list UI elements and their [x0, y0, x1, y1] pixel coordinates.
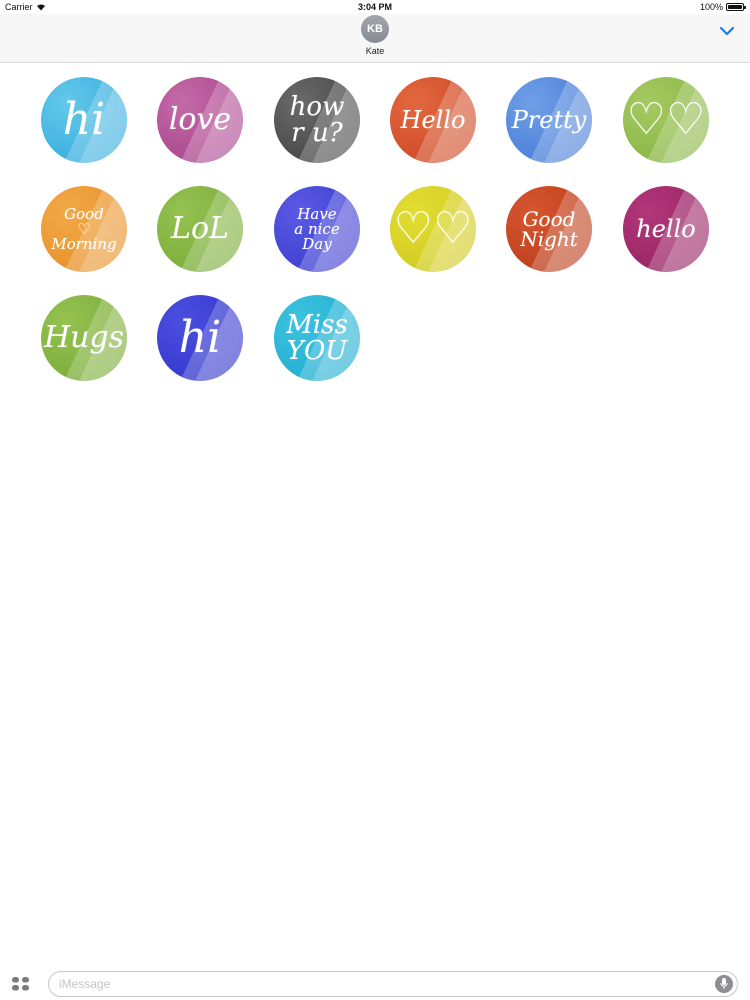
battery-level — [728, 5, 742, 9]
sticker-text: Hugs — [43, 320, 125, 355]
battery-icon — [726, 3, 746, 11]
chevron-down-icon[interactable] — [718, 24, 736, 38]
microphone-icon[interactable] — [715, 975, 733, 993]
avatar[interactable]: KB — [361, 15, 389, 43]
sticker-text: ♡♡ — [393, 203, 473, 254]
status-bar: Carrier 3:04 PM 100% — [0, 0, 750, 14]
sticker-11[interactable]: Good Night — [506, 186, 592, 272]
sticker-12[interactable]: hello — [623, 186, 709, 272]
sticker-5[interactable]: Pretty — [506, 77, 592, 163]
sticker-13[interactable]: Hugs — [41, 295, 127, 381]
sticker-text: Have a nice Day — [294, 204, 340, 253]
sticker-text: hi — [178, 312, 222, 363]
contact-info[interactable]: KB Kate — [0, 15, 750, 56]
sticker-text: LoL — [171, 211, 229, 246]
sticker-2[interactable]: love — [157, 77, 243, 163]
sticker-text: Hello — [400, 106, 466, 134]
sticker-15[interactable]: Miss YOU — [274, 295, 360, 381]
sticker-text: how r u? — [289, 92, 345, 148]
sticker-text: Miss YOU — [286, 310, 348, 366]
sticker-8[interactable]: LoL — [157, 186, 243, 272]
sticker-9[interactable]: Have a nice Day — [274, 186, 360, 272]
sticker-text: hello — [636, 215, 696, 243]
sticker-text: Pretty — [511, 106, 587, 134]
clock: 3:04 PM — [357, 2, 392, 12]
sticker-10[interactable]: ♡♡ — [390, 186, 476, 272]
sticker-7[interactable]: Good ♡ Morning — [41, 186, 127, 272]
battery-info: 100% — [699, 2, 746, 12]
sticker-4[interactable]: Hello — [390, 77, 476, 163]
sticker-14[interactable]: hi — [157, 295, 243, 381]
message-input[interactable]: iMessage — [48, 971, 738, 997]
sticker-1[interactable]: hi — [41, 77, 127, 163]
battery-percent: 100% — [699, 2, 723, 12]
sticker-3[interactable]: how r u? — [274, 77, 360, 163]
message-composer: iMessage — [0, 960, 750, 1000]
contact-name: Kate — [365, 46, 385, 56]
sticker-text: ♡♡ — [626, 94, 706, 145]
sticker-text: Good ♡ Morning — [51, 204, 117, 253]
sticker-text: love — [168, 102, 232, 137]
sticker-6[interactable]: ♡♡ — [623, 77, 709, 163]
apps-grid-icon[interactable] — [11, 977, 31, 991]
conversation-header: KB Kate — [0, 14, 750, 63]
sticker-text: Good Night — [520, 207, 578, 251]
sticker-text: hi — [62, 94, 106, 145]
